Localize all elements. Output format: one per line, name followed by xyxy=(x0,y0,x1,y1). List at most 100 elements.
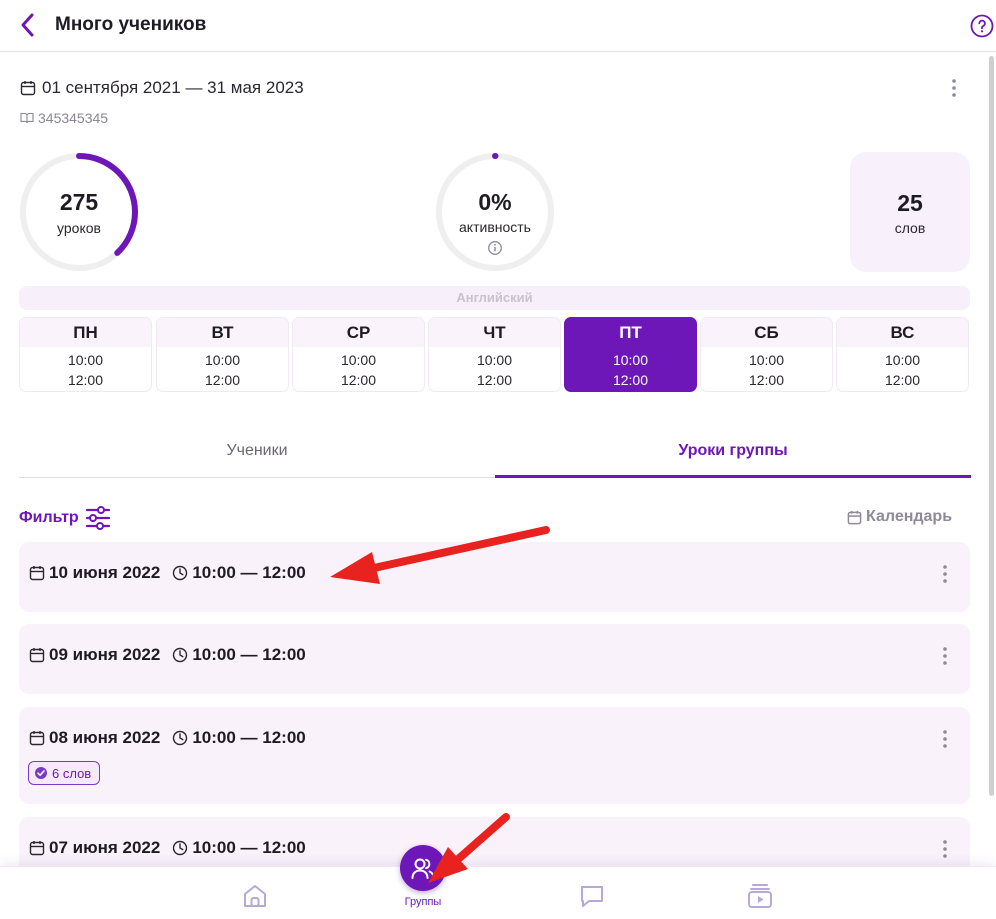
video-library-icon[interactable] xyxy=(745,881,775,911)
lesson-date: 07 июня 2022 xyxy=(49,838,161,857)
day-name: ПН xyxy=(20,318,151,347)
calendar-icon xyxy=(29,841,45,856)
calendar-icon xyxy=(29,566,45,581)
activity-value: 0% xyxy=(478,189,512,215)
day-times: 10:00 12:00 xyxy=(701,347,832,390)
day-end-time: 12:00 xyxy=(884,372,921,388)
words-label: слов xyxy=(894,220,926,236)
scrollbar[interactable] xyxy=(989,56,994,796)
date-range-text: 01 сентября 2021 — 31 мая 2023 xyxy=(42,78,304,97)
lesson-time: 10:00 — 12:00 xyxy=(192,645,306,664)
day-start-time: 10:00 xyxy=(340,352,377,368)
lesson-card[interactable]: 09 июня 2022 10:00 — 12:00 xyxy=(19,624,970,694)
clock-icon xyxy=(173,647,188,663)
lesson-datetime: 09 июня 2022 10:00 — 12:00 xyxy=(29,645,306,665)
schedule-day[interactable]: ВС 10:00 12:00 xyxy=(836,317,969,392)
schedule-day[interactable]: СР 10:00 12:00 xyxy=(292,317,425,392)
day-times: 10:00 12:00 xyxy=(429,347,560,390)
filter-button[interactable]: Фильтр xyxy=(19,504,111,532)
day-start-time: 10:00 xyxy=(476,352,513,368)
more-options-icon[interactable] xyxy=(935,644,955,668)
day-name: СБ xyxy=(701,318,832,347)
language-label: Английский xyxy=(19,286,970,310)
lessons-stat: 275 уроков xyxy=(19,152,139,272)
more-options-icon[interactable] xyxy=(935,837,955,861)
day-end-time: 12:00 xyxy=(67,372,104,388)
day-start-time: 10:00 xyxy=(204,352,241,368)
calendar-icon xyxy=(20,81,36,96)
schedule-day[interactable]: ПН 10:00 12:00 xyxy=(19,317,152,392)
schedule-day[interactable]: ПТ 10:00 12:00 xyxy=(564,317,697,392)
clock-icon xyxy=(173,840,188,856)
lesson-card[interactable]: 08 июня 2022 10:00 — 12:00 6 слов xyxy=(19,707,970,804)
group-code: 345345345 xyxy=(20,110,108,126)
day-name: ЧТ xyxy=(429,318,560,347)
filter-label: Фильтр xyxy=(19,509,79,526)
words-badge[interactable]: 6 слов xyxy=(28,761,101,785)
calendar-icon xyxy=(847,510,862,524)
filter-sliders-icon xyxy=(85,506,110,530)
day-name: СР xyxy=(293,318,424,347)
calendar-icon xyxy=(29,731,45,746)
groups-nav-button[interactable] xyxy=(400,845,446,891)
lesson-date: 09 июня 2022 xyxy=(49,645,161,664)
lesson-date: 08 июня 2022 xyxy=(49,728,161,747)
back-icon[interactable] xyxy=(14,10,42,40)
calendar-label: Календарь xyxy=(866,508,953,525)
activity-stat: 0% активность xyxy=(435,152,555,272)
day-start-time: 10:00 xyxy=(67,352,104,368)
schedule-day[interactable]: СБ 10:00 12:00 xyxy=(700,317,833,392)
day-end-time: 12:00 xyxy=(612,372,649,388)
bottom-navigation xyxy=(0,866,996,919)
schedule-day[interactable]: ВТ 10:00 12:00 xyxy=(156,317,289,392)
lesson-time: 10:00 — 12:00 xyxy=(192,838,306,857)
groups-nav-label: Группы xyxy=(404,896,442,908)
lesson-card[interactable]: 10 июня 2022 10:00 — 12:00 xyxy=(19,542,970,612)
day-start-time: 10:00 xyxy=(748,352,785,368)
day-end-time: 12:00 xyxy=(204,372,241,388)
lessons-count: 275 xyxy=(59,189,99,215)
lesson-time: 10:00 — 12:00 xyxy=(192,563,306,582)
page-title: Много учеников xyxy=(55,14,207,35)
day-start-time: 10:00 xyxy=(612,352,649,368)
day-name: ВС xyxy=(837,318,968,347)
day-name: ВТ xyxy=(157,318,288,347)
lesson-date: 10 июня 2022 xyxy=(49,563,161,582)
lessons-label: уроков xyxy=(57,220,101,236)
day-start-time: 10:00 xyxy=(884,352,921,368)
calendar-button[interactable]: Календарь xyxy=(847,508,952,526)
day-name: ПТ xyxy=(565,318,696,347)
day-times: 10:00 12:00 xyxy=(157,347,288,390)
lesson-datetime: 07 июня 2022 10:00 — 12:00 xyxy=(29,838,306,858)
day-times: 10:00 12:00 xyxy=(837,347,968,390)
clock-icon xyxy=(173,565,188,581)
more-options-icon[interactable] xyxy=(935,562,955,586)
chat-icon[interactable] xyxy=(577,881,607,911)
group-code-text: 345345345 xyxy=(38,110,109,126)
day-times: 10:00 12:00 xyxy=(20,347,151,390)
help-icon[interactable] xyxy=(970,14,994,38)
schedule-day[interactable]: ЧТ 10:00 12:00 xyxy=(428,317,561,392)
tab-students[interactable]: Ученики xyxy=(19,430,495,478)
tab-group-lessons[interactable]: Уроки группы xyxy=(495,430,971,478)
day-times: 10:00 12:00 xyxy=(565,347,696,390)
more-options-icon[interactable] xyxy=(944,76,964,100)
day-end-time: 12:00 xyxy=(748,372,785,388)
words-stat: 25 слов xyxy=(850,152,970,272)
day-end-time: 12:00 xyxy=(476,372,513,388)
lesson-datetime: 08 июня 2022 10:00 — 12:00 xyxy=(29,728,306,748)
info-icon[interactable] xyxy=(487,240,503,256)
check-circle-icon xyxy=(35,767,47,779)
app-header: Много учеников xyxy=(0,0,996,52)
group-date-range: 01 сентября 2021 — 31 мая 2023 xyxy=(20,78,304,98)
day-end-time: 12:00 xyxy=(340,372,377,388)
clock-icon xyxy=(173,730,188,746)
lesson-time: 10:00 — 12:00 xyxy=(192,728,306,747)
more-options-icon[interactable] xyxy=(935,727,955,751)
calendar-icon xyxy=(29,648,45,663)
groups-icon xyxy=(411,858,435,879)
lesson-datetime: 10 июня 2022 10:00 — 12:00 xyxy=(29,563,306,583)
activity-label: активность xyxy=(459,219,531,235)
home-icon[interactable] xyxy=(240,881,270,911)
words-count: 25 xyxy=(897,190,923,216)
